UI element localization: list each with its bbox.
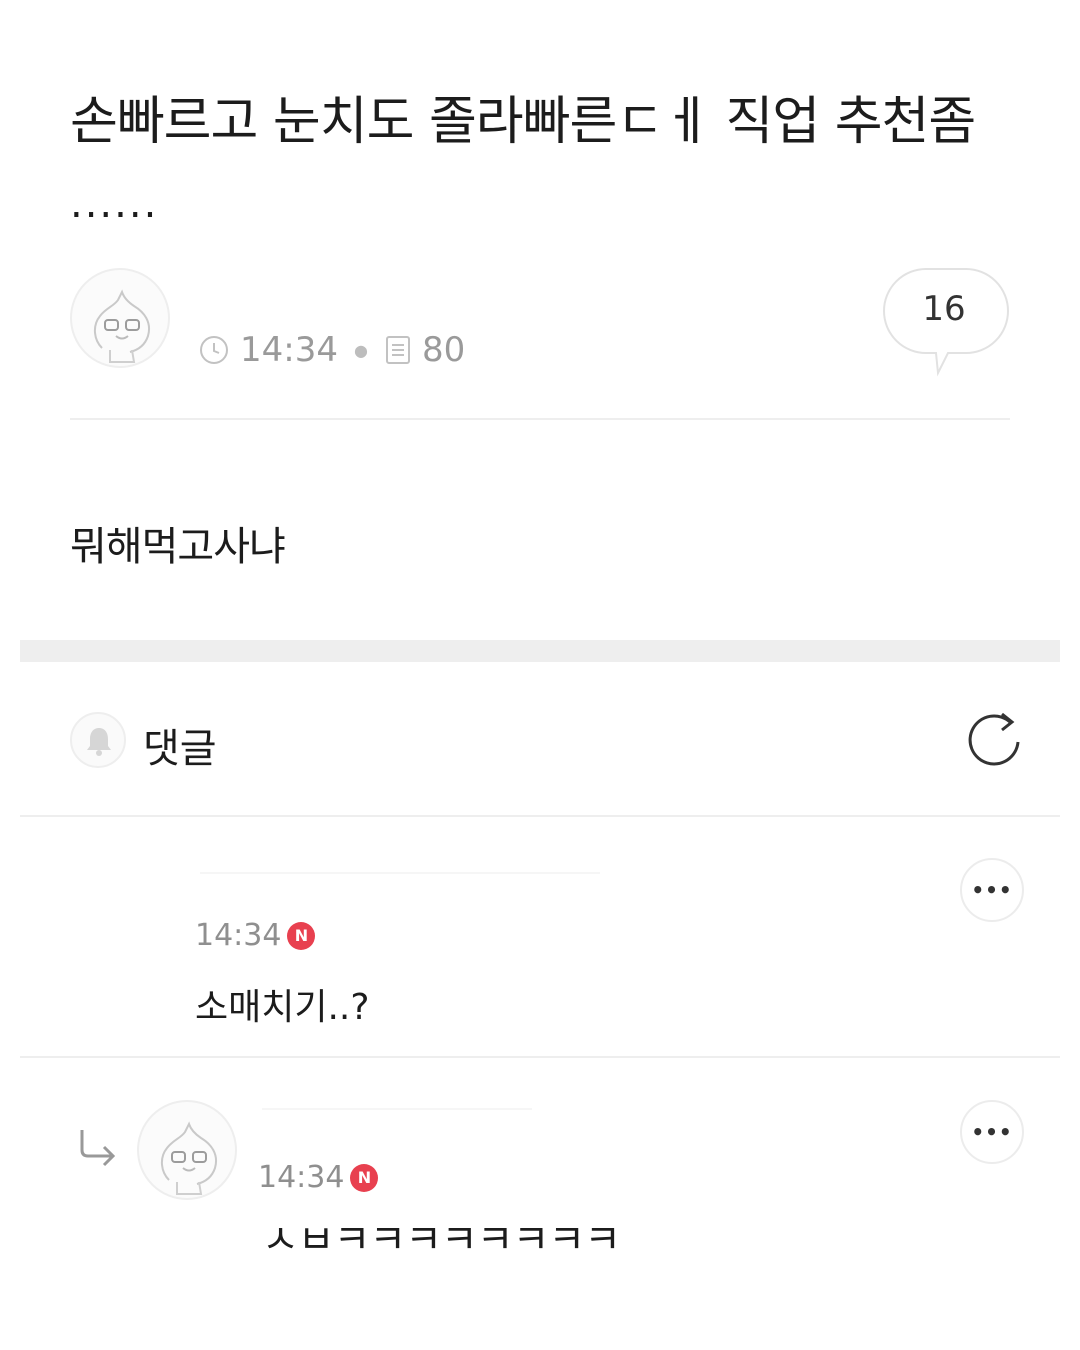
document-icon — [384, 334, 412, 366]
refresh-icon — [968, 712, 1020, 766]
clock-icon — [198, 334, 230, 366]
section-separator — [20, 640, 1060, 662]
meta-separator: ● — [353, 340, 368, 360]
refresh-button[interactable] — [962, 708, 1026, 772]
comment-meta: 14:34 N — [195, 918, 316, 953]
author-avatar[interactable] — [70, 268, 170, 368]
reply-text: ㅅㅂㅋㅋㅋㅋㅋㅋㅋㅋ — [262, 1218, 621, 1252]
reply-author-placeholder — [262, 1108, 532, 1110]
reply-text-container: ㅅㅂㅋㅋㅋㅋㅋㅋㅋㅋ — [262, 1218, 622, 1252]
post-time: 14:34 — [240, 330, 338, 370]
more-icon: ••• — [971, 878, 1013, 902]
comments-header-divider — [20, 815, 1060, 817]
reply-time: 14:34 — [258, 1160, 345, 1195]
post-views: 80 — [421, 330, 466, 370]
peach-character-icon — [94, 289, 150, 363]
post-title: 손빠르고 눈치도 졸라빠른ㄷㅔ 직업 추천좀 — [70, 92, 976, 152]
post-title-suffix: ...... — [70, 181, 159, 227]
post-header-divider — [70, 418, 1010, 420]
comment-author-placeholder — [200, 872, 600, 874]
comment-time: 14:34 — [195, 918, 282, 953]
more-icon: ••• — [971, 1120, 1013, 1144]
bell-icon — [87, 728, 111, 756]
reply-arrow-icon — [78, 1128, 118, 1172]
new-badge: N — [350, 1163, 379, 1192]
post-meta: 14:34 ● 80 — [198, 328, 465, 372]
notification-toggle[interactable] — [70, 712, 126, 768]
comments-title: 댓글 — [143, 726, 217, 772]
new-badge: N — [287, 921, 316, 950]
reply-author-avatar[interactable] — [137, 1100, 237, 1200]
reply-more-button[interactable]: ••• — [960, 1100, 1024, 1164]
peach-character-icon — [161, 1121, 217, 1195]
comment-count-button[interactable]: 16 — [882, 267, 1010, 377]
comment-text: 소매치기..? — [195, 987, 370, 1028]
post-body: 뭐해먹고사냐 — [70, 524, 286, 570]
comment-count: 16 — [922, 289, 966, 329]
comment-divider — [20, 1056, 1060, 1058]
reply-meta: 14:34 N — [258, 1160, 379, 1195]
comment-more-button[interactable]: ••• — [960, 858, 1024, 922]
